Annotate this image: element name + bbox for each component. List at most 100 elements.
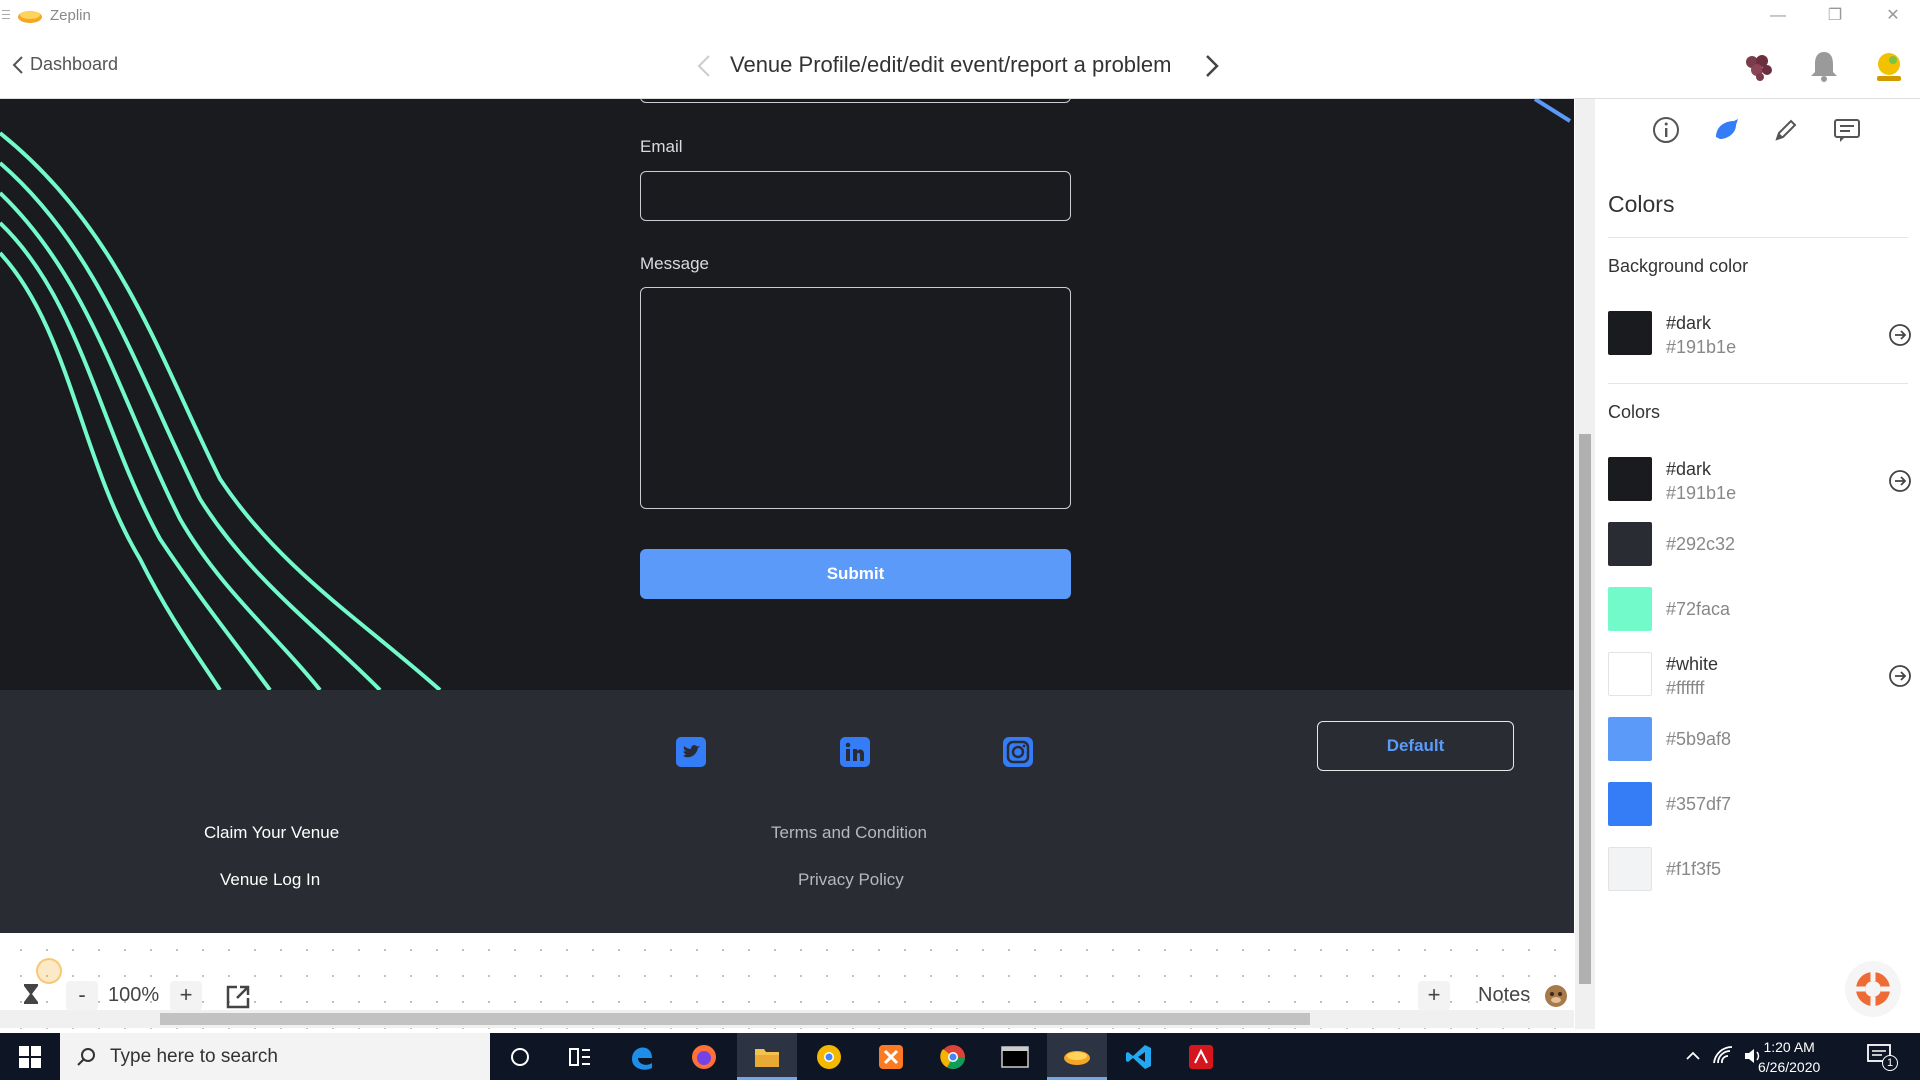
taskbar-search[interactable]: Type here to search bbox=[60, 1033, 490, 1080]
color-swatch bbox=[1608, 457, 1652, 501]
instagram-icon[interactable] bbox=[1003, 737, 1033, 767]
taskbar-chrome-canary[interactable] bbox=[799, 1033, 859, 1080]
arrow-right-circle-icon[interactable] bbox=[1888, 469, 1912, 493]
styleguide-icon[interactable] bbox=[1712, 115, 1742, 145]
privacy-link[interactable]: Privacy Policy bbox=[798, 870, 904, 890]
default-button[interactable]: Default bbox=[1317, 721, 1514, 771]
restore-button[interactable]: ❐ bbox=[1815, 4, 1855, 28]
background-swatch bbox=[1608, 311, 1652, 355]
taskbar-acrobat[interactable] bbox=[1171, 1033, 1231, 1080]
back-to-dashboard[interactable]: Dashboard bbox=[12, 54, 118, 75]
search-placeholder: Type here to search bbox=[110, 1045, 278, 1067]
zoom-out-button[interactable]: - bbox=[66, 981, 98, 1011]
taskbar-vscode[interactable] bbox=[1109, 1033, 1169, 1080]
wifi-icon[interactable] bbox=[1712, 1045, 1734, 1067]
task-view-icon bbox=[569, 1047, 590, 1066]
help-button[interactable] bbox=[1845, 961, 1901, 1017]
color-swatch bbox=[1608, 782, 1652, 826]
message-field[interactable] bbox=[640, 287, 1071, 509]
color-swatch bbox=[1608, 847, 1652, 891]
system-clock[interactable]: 1:20 AM 6/26/2020 bbox=[1758, 1037, 1820, 1077]
action-center-button[interactable]: 1 bbox=[1866, 1043, 1898, 1071]
vscode-icon bbox=[1126, 1044, 1151, 1069]
add-note-button[interactable]: + bbox=[1418, 981, 1450, 1011]
color-swatch bbox=[1608, 522, 1652, 566]
color-row[interactable]: #357df7 bbox=[1608, 782, 1908, 826]
search-icon bbox=[77, 1047, 95, 1066]
taskbar-file-explorer[interactable] bbox=[737, 1033, 797, 1080]
next-screen-icon[interactable] bbox=[1205, 54, 1219, 78]
close-button[interactable]: ✕ bbox=[1873, 4, 1913, 28]
color-row[interactable]: #white #ffffff bbox=[1608, 652, 1911, 698]
background-color-hex: #191b1e bbox=[1666, 337, 1737, 357]
zoom-in-button[interactable]: + bbox=[170, 981, 202, 1011]
minimize-button[interactable]: — bbox=[1758, 4, 1798, 28]
arrow-right-circle-icon[interactable] bbox=[1888, 323, 1912, 347]
color-hex: #292c32 bbox=[1666, 534, 1736, 554]
user-avatar-icon[interactable] bbox=[1871, 48, 1907, 84]
design-canvas[interactable]: Email Message Submit Claim Your Venue Ve… bbox=[0, 99, 1574, 1033]
info-icon[interactable] bbox=[1651, 115, 1681, 145]
windows-logo-icon bbox=[19, 1045, 41, 1068]
submit-button[interactable]: Submit bbox=[640, 549, 1071, 599]
app-name: Zeplin bbox=[50, 7, 91, 24]
arrow-right-circle-icon[interactable] bbox=[1888, 664, 1912, 688]
pen-icon[interactable] bbox=[1771, 115, 1801, 145]
artboard: Email Message Submit Claim Your Venue Ve… bbox=[0, 99, 1574, 933]
chrome-icon bbox=[940, 1044, 965, 1069]
chevron-up-icon[interactable] bbox=[1684, 1047, 1702, 1065]
taskbar-edge[interactable] bbox=[612, 1033, 672, 1080]
linkedin-icon[interactable] bbox=[840, 737, 870, 767]
windows-start-button[interactable] bbox=[0, 1033, 60, 1080]
menu-icon[interactable] bbox=[2, 10, 10, 22]
top-right-accent-line bbox=[1533, 99, 1572, 123]
taskbar-terminal[interactable] bbox=[985, 1033, 1045, 1080]
name-field-partial[interactable] bbox=[640, 99, 1071, 103]
venue-login-link[interactable]: Venue Log In bbox=[220, 870, 320, 890]
taskbar-firefox[interactable] bbox=[674, 1033, 734, 1080]
windows-taskbar: Type here to search 1:20 AM 6/26/2020 1 bbox=[0, 1033, 1920, 1080]
color-row[interactable]: #292c32 bbox=[1608, 522, 1908, 566]
color-hex: #191b1e bbox=[1666, 483, 1737, 503]
firefox-icon bbox=[692, 1044, 716, 1069]
email-label: Email bbox=[640, 137, 683, 156]
canvas-horizontal-scrollbar[interactable] bbox=[0, 1010, 1574, 1028]
notes-avatar-icon bbox=[1545, 985, 1567, 1007]
notification-count: 1 bbox=[1882, 1055, 1898, 1071]
twitter-icon[interactable] bbox=[676, 737, 706, 767]
terminal-icon bbox=[1001, 1045, 1029, 1068]
claim-venue-link[interactable]: Claim Your Venue bbox=[204, 823, 339, 843]
bell-icon[interactable] bbox=[1806, 48, 1842, 84]
fit-screen-icon[interactable] bbox=[224, 983, 252, 1011]
divider bbox=[1608, 237, 1908, 238]
zoom-level[interactable]: 100% bbox=[108, 984, 159, 1007]
color-swatch bbox=[1608, 587, 1652, 631]
background-color-name: #dark bbox=[1666, 313, 1712, 333]
chevron-left-icon bbox=[12, 55, 23, 74]
comment-icon[interactable] bbox=[1832, 115, 1862, 145]
terms-link[interactable]: Terms and Condition bbox=[771, 823, 927, 843]
color-row[interactable]: #dark #191b1e bbox=[1608, 457, 1911, 503]
task-view-button[interactable] bbox=[550, 1033, 610, 1080]
color-swatch bbox=[1608, 717, 1652, 761]
background-color-row[interactable]: #dark #191b1e bbox=[1608, 311, 1911, 357]
chrome-canary-icon bbox=[817, 1044, 841, 1069]
email-field[interactable] bbox=[640, 171, 1071, 221]
zeplin-logo-icon bbox=[18, 11, 42, 23]
taskbar-xampp[interactable] bbox=[861, 1033, 921, 1080]
folder-icon bbox=[755, 1048, 779, 1067]
hourglass-icon[interactable] bbox=[18, 981, 44, 1007]
cortana-button[interactable] bbox=[490, 1033, 550, 1080]
canvas-vertical-scrollbar[interactable] bbox=[1575, 99, 1595, 1029]
taskbar-zeplin[interactable] bbox=[1047, 1033, 1107, 1080]
color-hex: #ffffff bbox=[1666, 678, 1705, 698]
panel-title: Colors bbox=[1608, 191, 1675, 217]
previous-screen-icon[interactable] bbox=[697, 54, 711, 78]
color-row[interactable]: #72faca bbox=[1608, 587, 1908, 631]
notes-label[interactable]: Notes bbox=[1478, 984, 1530, 1007]
taskbar-chrome[interactable] bbox=[923, 1033, 983, 1080]
color-row[interactable]: #5b9af8 bbox=[1608, 717, 1908, 761]
color-row[interactable]: #f1f3f5 bbox=[1608, 847, 1908, 891]
color-hex: #5b9af8 bbox=[1666, 729, 1732, 749]
grape-avatar-icon[interactable] bbox=[1740, 48, 1776, 84]
